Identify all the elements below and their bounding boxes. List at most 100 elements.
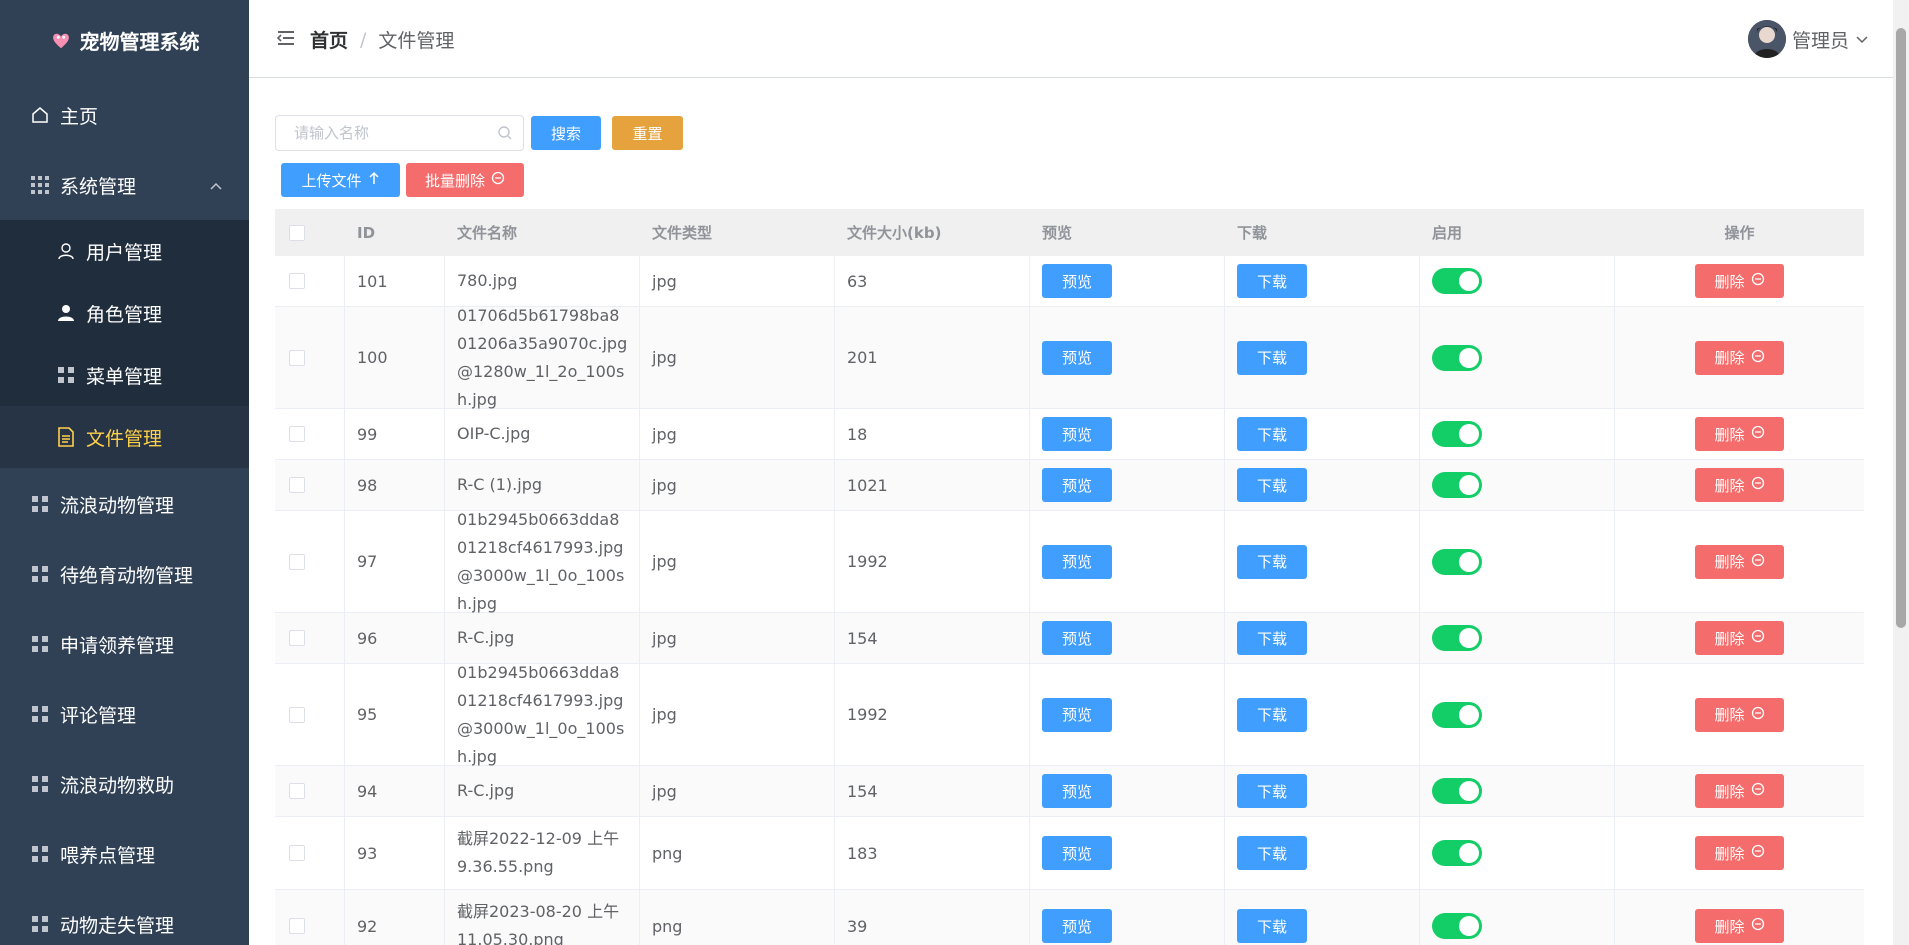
reset-button[interactable]: 重置 [612, 116, 683, 150]
enabled-switch[interactable] [1432, 421, 1482, 447]
enabled-switch[interactable] [1432, 344, 1482, 371]
upload-file-button[interactable]: 上传文件 [281, 163, 400, 197]
delete-button[interactable]: 删除 [1695, 836, 1784, 870]
row-checkbox[interactable] [289, 477, 305, 493]
preview-button[interactable]: 预览 [1042, 909, 1112, 943]
sidebar-item-file-management[interactable]: 文件管理 [0, 406, 249, 468]
home-icon [28, 103, 52, 127]
row-checkbox[interactable] [289, 553, 305, 570]
preview-button[interactable]: 预览 [1042, 836, 1112, 870]
download-button[interactable]: 下载 [1237, 774, 1307, 808]
row-checkbox[interactable] [289, 426, 305, 442]
download-button[interactable]: 下载 [1237, 417, 1307, 451]
row-checkbox[interactable] [289, 706, 305, 723]
sidebar-item-home[interactable]: 主页 [0, 83, 249, 147]
sidebar-item-adoption[interactable]: 申请领养管理 [0, 612, 249, 676]
enabled-switch[interactable] [1432, 268, 1482, 294]
row-checkbox[interactable] [289, 845, 305, 861]
enabled-switch[interactable] [1432, 778, 1482, 804]
preview-button[interactable]: 预览 [1042, 697, 1112, 732]
app-root: 宠物管理系统 主页 系统管理 用户管理 角色管理 菜单管理 文件管理 流浪动物管… [0, 0, 1909, 945]
row-select-cell [275, 460, 345, 510]
preview-button[interactable]: 预览 [1042, 621, 1112, 655]
download-button[interactable]: 下载 [1237, 264, 1307, 298]
sidebar-item-comments[interactable]: 评论管理 [0, 682, 249, 746]
switch-knob [1459, 271, 1479, 291]
select-all-checkbox[interactable] [289, 224, 305, 241]
page-scrollbar[interactable] [1893, 0, 1909, 945]
preview-button[interactable]: 预览 [1042, 468, 1112, 502]
sidebar-item-label: 文件管理 [86, 427, 163, 450]
row-checkbox[interactable] [289, 630, 305, 646]
download-button[interactable]: 下载 [1237, 621, 1307, 655]
delete-button-label: 删除 [1714, 476, 1745, 495]
download-button[interactable]: 下载 [1237, 697, 1307, 732]
row-checkbox[interactable] [289, 783, 305, 799]
download-button[interactable]: 下载 [1237, 909, 1307, 943]
sidebar-item-system[interactable]: 系统管理 [0, 153, 249, 217]
delete-button-label: 删除 [1714, 706, 1745, 724]
cell-file-name: 01706d5b61798ba801206a35a9070c.jpg@1280w… [445, 306, 640, 409]
enabled-switch[interactable] [1432, 840, 1482, 866]
cell-file-type: jpg [640, 613, 835, 663]
preview-button[interactable]: 预览 [1042, 544, 1112, 579]
sidebar-item-feeding-point[interactable]: 喂养点管理 [0, 822, 249, 886]
download-button[interactable]: 下载 [1237, 468, 1307, 502]
delete-button[interactable]: 删除 [1695, 697, 1784, 732]
cell-actions: 删除 [1615, 460, 1864, 510]
sidebar-item-stray-animal[interactable]: 流浪动物管理 [0, 472, 249, 536]
preview-button[interactable]: 预览 [1042, 264, 1112, 298]
cell-id: 97 [345, 511, 445, 612]
row-checkbox[interactable] [289, 918, 305, 934]
scrollbar-thumb[interactable] [1896, 28, 1906, 628]
preview-button[interactable]: 预览 [1042, 417, 1112, 451]
delete-button[interactable]: 删除 [1695, 774, 1784, 808]
enabled-switch[interactable] [1432, 625, 1482, 651]
enabled-switch[interactable] [1432, 913, 1482, 939]
preview-button[interactable]: 预览 [1042, 774, 1112, 808]
delete-button-label: 删除 [1714, 629, 1745, 648]
sidebar-item-sterilization[interactable]: 待绝育动物管理 [0, 542, 249, 606]
row-select-cell [275, 890, 345, 945]
delete-button-label: 删除 [1714, 553, 1745, 571]
cell-preview: 预览 [1030, 664, 1225, 765]
row-select-cell [275, 817, 345, 889]
enabled-switch[interactable] [1432, 548, 1482, 575]
switch-knob [1459, 347, 1479, 368]
sidebar-item-user-management[interactable]: 用户管理 [0, 220, 249, 282]
search-field[interactable] [275, 115, 524, 151]
cell-actions: 删除 [1615, 664, 1864, 765]
cell-file-size: 154 [835, 766, 1030, 816]
row-checkbox[interactable] [289, 273, 305, 289]
breadcrumb-home[interactable]: 首页 [310, 26, 348, 53]
enabled-switch[interactable] [1432, 472, 1482, 498]
cell-preview: 预览 [1030, 890, 1225, 945]
sidebar-item-role-management[interactable]: 角色管理 [0, 282, 249, 344]
delete-button[interactable]: 删除 [1695, 264, 1784, 298]
sidebar-item-rescue[interactable]: 流浪动物救助 [0, 752, 249, 816]
search-input[interactable] [276, 116, 476, 150]
delete-button-label: 删除 [1714, 349, 1745, 367]
chevron-down-icon [1855, 28, 1869, 50]
user-menu[interactable]: 管理员 [1747, 20, 1869, 58]
sidebar-item-lost-animal[interactable]: 动物走失管理 [0, 892, 249, 945]
cell-download: 下载 [1225, 256, 1420, 306]
row-checkbox[interactable] [289, 349, 305, 366]
download-button[interactable]: 下载 [1237, 544, 1307, 579]
batch-delete-button[interactable]: 批量删除 [406, 163, 524, 197]
collapse-menu-icon[interactable] [276, 28, 296, 48]
cell-preview: 预览 [1030, 817, 1225, 889]
download-button[interactable]: 下载 [1237, 836, 1307, 870]
delete-button[interactable]: 删除 [1695, 544, 1784, 579]
download-button[interactable]: 下载 [1237, 340, 1307, 375]
delete-button[interactable]: 删除 [1695, 417, 1784, 451]
delete-button[interactable]: 删除 [1695, 340, 1784, 375]
delete-button[interactable]: 删除 [1695, 468, 1784, 502]
search-button[interactable]: 搜索 [531, 116, 601, 150]
enabled-switch[interactable] [1432, 701, 1482, 728]
preview-button[interactable]: 预览 [1042, 340, 1112, 375]
delete-button[interactable]: 删除 [1695, 909, 1784, 943]
grid-icon [28, 492, 52, 516]
delete-button[interactable]: 删除 [1695, 621, 1784, 655]
sidebar-item-menu-management[interactable]: 菜单管理 [0, 344, 249, 406]
